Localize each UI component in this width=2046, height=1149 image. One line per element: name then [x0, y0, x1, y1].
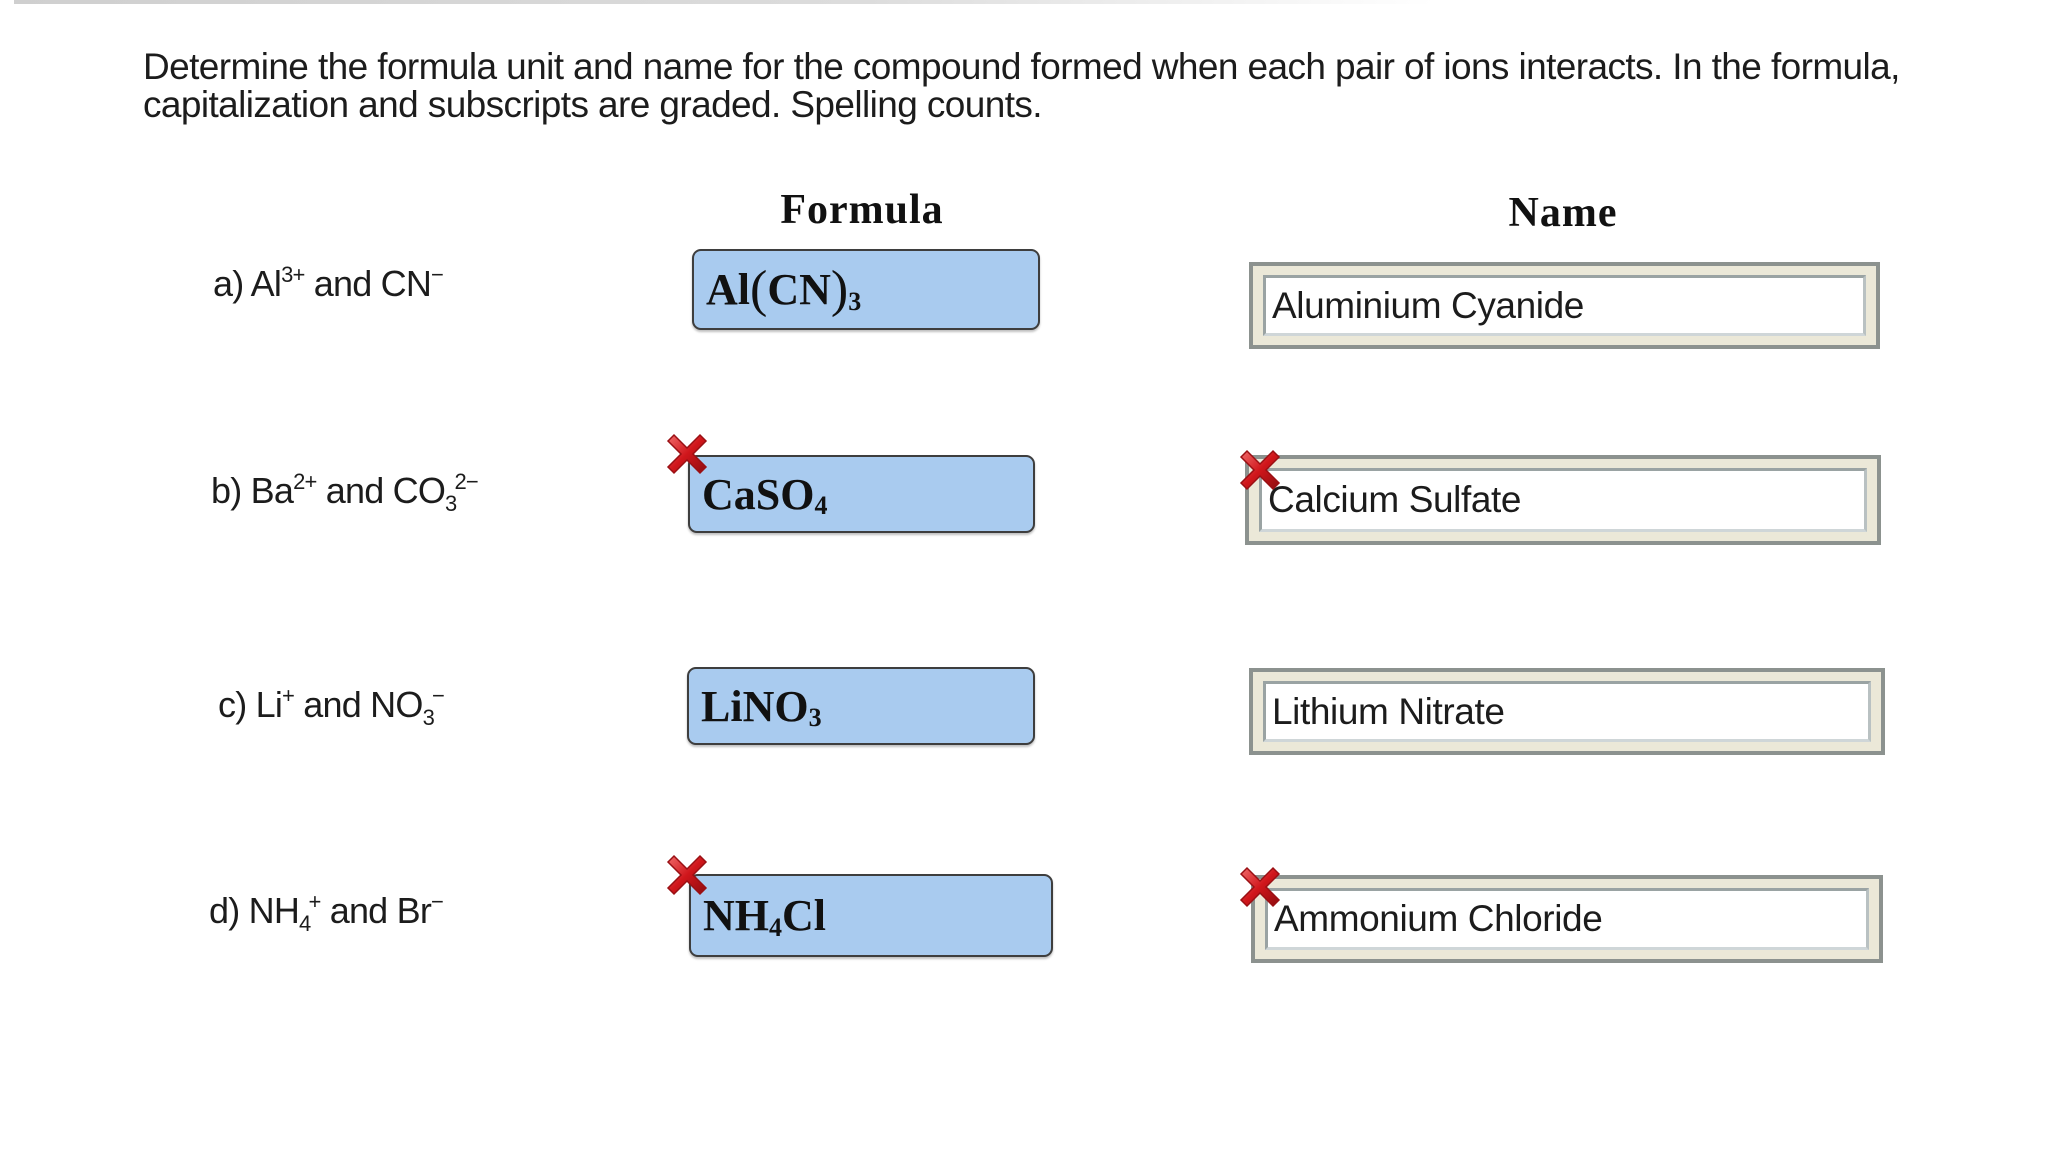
name-field-frame-b	[1245, 455, 1881, 545]
formula-paren-open: (	[750, 261, 768, 318]
formula-input-d[interactable]: NH 4 Cl	[689, 874, 1053, 957]
row-letter: a)	[213, 263, 244, 304]
name-field-frame-d	[1251, 875, 1883, 963]
anion-subscript: 3	[445, 491, 457, 516]
ion-pair-label-a: a) Al3+ and CN−	[213, 262, 444, 305]
connector-text: and	[329, 890, 388, 931]
ion-pair-label-d: d) NH4+ and Br−	[209, 889, 444, 936]
incorrect-x-icon	[1239, 449, 1281, 491]
formula-subscript: 3	[848, 286, 862, 316]
cation-subscript: 4	[299, 911, 311, 936]
formula-input-a[interactable]: Al(CN) 3	[692, 249, 1040, 330]
name-field-frame-c	[1249, 668, 1885, 755]
formula-element: Al	[706, 265, 750, 314]
ion-pair-label-c: c) Li+ and NO3−	[218, 683, 445, 730]
incorrect-x-icon	[666, 854, 708, 896]
row-letter: c)	[218, 684, 247, 725]
cation-symbol: NH	[248, 890, 300, 931]
anion-symbol: CO	[392, 470, 446, 511]
incorrect-x-icon	[1239, 866, 1281, 908]
anion-subscript: 3	[422, 705, 435, 730]
connector-text: and	[313, 263, 372, 304]
formula-subscript: 3	[808, 703, 822, 732]
cation-symbol: Al	[250, 263, 282, 304]
anion-symbol: Br	[396, 890, 432, 931]
cation-charge: +	[282, 683, 295, 708]
formula-element: CaSO	[702, 469, 815, 519]
formula-subscript: 4	[814, 491, 828, 520]
cation-symbol: Ba	[250, 470, 294, 511]
incorrect-x-icon	[666, 433, 708, 475]
anion-charge: 2−	[454, 469, 478, 494]
formula-element: LiNO	[701, 681, 809, 731]
row-letter: d)	[209, 890, 240, 931]
cation-charge: +	[308, 889, 321, 914]
formula-subscript: 4	[769, 912, 782, 942]
formula-column-header: Formula	[780, 187, 944, 233]
formula-element: CN	[767, 265, 831, 314]
anion-symbol: CN	[380, 263, 432, 304]
name-input-b[interactable]	[1259, 468, 1867, 532]
anion-charge: −	[431, 889, 444, 914]
formula-element: Cl	[782, 891, 826, 940]
connector-text: and	[325, 470, 384, 511]
name-input-d[interactable]	[1265, 888, 1869, 950]
connector-text: and	[303, 684, 361, 725]
cation-charge: 3+	[281, 262, 305, 287]
formula-input-c[interactable]: LiNO 3	[687, 667, 1035, 745]
cation-charge: 2+	[293, 469, 317, 494]
name-input-a[interactable]	[1263, 275, 1866, 336]
formula-input-b[interactable]: CaSO 4	[688, 455, 1035, 533]
name-input-c[interactable]	[1263, 681, 1871, 742]
top-divider	[14, 0, 1434, 4]
row-letter: b)	[211, 470, 242, 511]
anion-symbol: NO	[370, 684, 423, 725]
cation-symbol: Li	[255, 684, 283, 725]
ion-pair-label-b: b) Ba2+ and CO32−	[211, 469, 479, 516]
name-column-header: Name	[1508, 190, 1618, 236]
name-field-frame-a	[1249, 262, 1880, 349]
formula-paren-close: )	[830, 261, 849, 318]
anion-charge: −	[431, 262, 444, 287]
anion-charge: −	[432, 683, 445, 708]
instructions-text: Determine the formula unit and name for …	[143, 46, 1900, 125]
